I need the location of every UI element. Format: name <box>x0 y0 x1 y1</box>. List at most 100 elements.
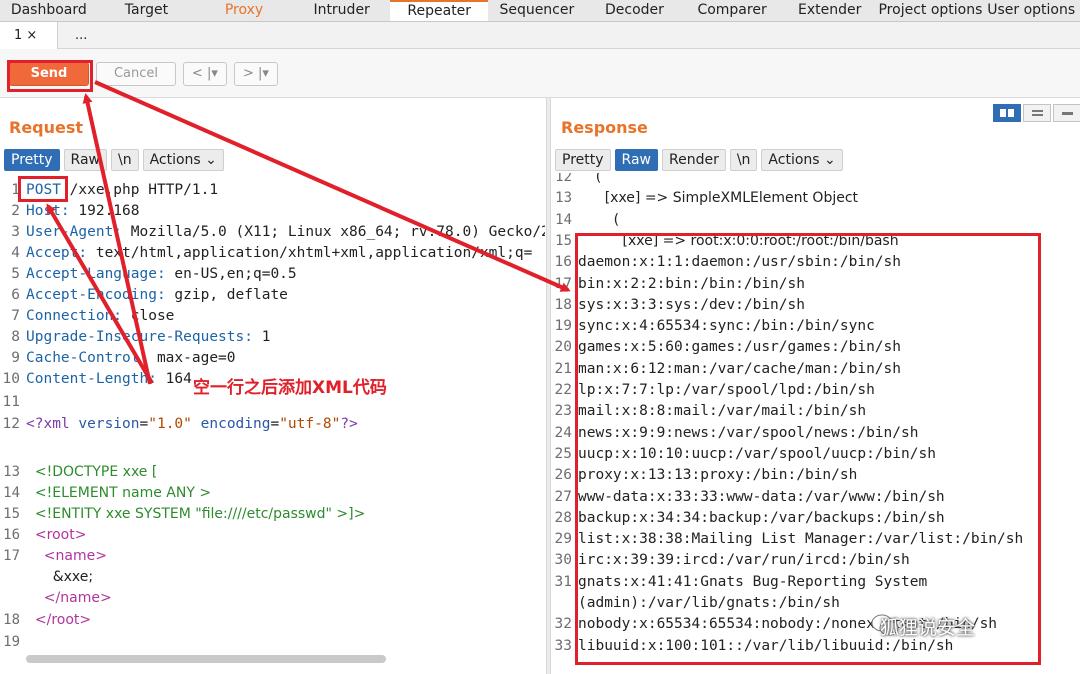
header-key: Accept-Language: <box>26 266 166 282</box>
tab-sequencer[interactable]: Sequencer <box>488 0 586 21</box>
xml-text: </root> <box>26 612 92 628</box>
repeater-tab-1[interactable]: 1 × <box>0 22 58 49</box>
header-value: Mozilla/5.0 (X11; Linux x86_64; rv:78.0)… <box>122 224 545 240</box>
tab-project-options[interactable]: Project options <box>878 0 982 21</box>
request-view-tab-n[interactable]: \n <box>110 149 139 171</box>
tab-extender[interactable]: Extender <box>781 0 879 21</box>
response-view-tab-render[interactable]: Render <box>661 149 726 171</box>
request-line: 8 Upgrade-Insecure-Requests: 1 <box>0 327 270 348</box>
request-line: 2 Host: 192.168 <box>0 201 139 222</box>
header-value: close <box>122 308 175 324</box>
line-number: 17 <box>554 275 572 292</box>
request-editor[interactable]: 1 POST /xxe.php HTTP/1.1 2 Host: 192.168 3 Us… <box>0 180 545 650</box>
line-number: 24 <box>554 424 572 441</box>
header-key: Connection: <box>26 308 123 324</box>
request-xml-line: 15 <!ENTITY xxe SYSTEM "file:////etc/pas… <box>0 504 365 525</box>
line-number: 32 <box>554 616 572 633</box>
tab-repeater[interactable]: Repeater <box>390 0 489 21</box>
tab-dashboard[interactable]: Dashboard <box>0 0 98 21</box>
history-forward-button[interactable]: > |▾ <box>234 62 278 86</box>
line-number: 10 <box>2 371 20 387</box>
line-number: 27 <box>554 488 572 505</box>
line-number: 28 <box>554 509 572 526</box>
cancel-button[interactable]: Cancel <box>96 62 176 86</box>
tab-comparer[interactable]: Comparer <box>683 0 781 21</box>
repeater-toolbar: Send Cancel < |▾ > |▾ <box>0 49 1080 98</box>
line-number: 2 <box>11 203 20 219</box>
request-xml-line: </name> <box>0 588 112 609</box>
history-back-button[interactable]: < |▾ <box>183 62 227 86</box>
split-vertical-icon[interactable] <box>1023 104 1051 122</box>
line-number: 18 <box>554 296 572 313</box>
line-number: 31 <box>554 573 572 590</box>
response-view-tab-raw[interactable]: Raw <box>614 149 658 171</box>
tab-target[interactable]: Target <box>98 0 196 21</box>
tab-user-options[interactable]: User options <box>982 0 1080 21</box>
split-horizontal-icon[interactable] <box>993 104 1021 122</box>
header-value: max-age=0 <box>148 350 236 366</box>
request-line-xml-declaration: 12 <?xml version="1.0" encoding="utf-8"?> <box>0 414 358 435</box>
request-line: 7 Connection: close <box>0 306 174 327</box>
request-line: 5 Accept-Language: en-US,en;q=0.5 <box>0 264 296 285</box>
line-number: 14 <box>555 211 572 228</box>
line-number: 19 <box>3 634 20 650</box>
line-number: 15 <box>3 506 20 522</box>
send-highlight-box <box>7 60 93 92</box>
repeater-tab-more[interactable]: ... <box>75 22 87 49</box>
line-number: 30 <box>554 552 572 569</box>
main-tab-bar: Dashboard Target Proxy Intruder Repeater Sequ… <box>0 0 1080 22</box>
response-view-tab-actions[interactable]: Actions ⌄ <box>761 149 843 171</box>
request-view-tab-pretty[interactable]: Pretty <box>4 149 60 171</box>
xml-text: &xxe; <box>26 569 94 585</box>
line-number: 4 <box>11 245 20 261</box>
header-key: Upgrade-Insecure-Requests: <box>26 329 253 345</box>
line-number: 17 <box>3 548 20 564</box>
header-key: Content-Length: <box>26 371 157 387</box>
tab-proxy[interactable]: Proxy <box>195 0 293 21</box>
header-key: Cache-Control: <box>26 350 149 366</box>
line-number: 3 <box>11 224 20 240</box>
watermark-text: 狐狸说安全 <box>880 617 976 639</box>
line-number: 8 <box>11 329 20 345</box>
line-number: 19 <box>554 318 572 335</box>
request-view-tab-raw[interactable]: Raw <box>63 149 107 171</box>
request-line: 11 <box>0 392 26 413</box>
header-value: 164 <box>156 371 192 387</box>
request-view-tab-actions[interactable]: Actions ⌄ <box>142 149 224 171</box>
header-key: Host: <box>26 203 70 219</box>
line-number: 16 <box>3 527 20 543</box>
line-number: 33 <box>554 637 572 654</box>
header-value: /xxe.php HTTP/1.1 <box>60 182 219 198</box>
xml-text: <!ENTITY xxe SYSTEM "file:////etc/passwd… <box>26 506 366 522</box>
request-xml-line: 17 <name> <box>0 546 107 567</box>
response-view-tab-n[interactable]: \n <box>729 149 758 171</box>
request-title: Request <box>9 118 84 137</box>
line-number: 12 <box>555 173 572 185</box>
response-line: 13 [xxe] => SimpleXMLElement Object <box>552 188 858 209</box>
line-number: 29 <box>554 531 572 548</box>
request-horizontal-scrollbar[interactable] <box>26 655 386 663</box>
line-number: 11 <box>2 394 20 410</box>
line-number: 22 <box>554 382 572 398</box>
line-number: 9 <box>11 350 20 366</box>
response-view-tab-pretty[interactable]: Pretty <box>555 149 611 171</box>
single-pane-icon[interactable] <box>1053 104 1080 122</box>
request-view-tabs: Pretty Raw \n Actions ⌄ <box>4 149 224 171</box>
header-value: gzip, deflate <box>165 287 288 303</box>
request-xml-line: 16 <root> <box>0 525 86 546</box>
response-text: [xxe] => SimpleXMLElement Object <box>578 190 859 207</box>
layout-toggle-group <box>993 104 1080 122</box>
xml-declaration-text: <?xml version="1.0" encoding="utf-8"?> <box>26 416 358 432</box>
pane-divider[interactable] <box>546 98 551 674</box>
request-line: 10 Content-Length: 164 <box>0 369 192 390</box>
request-xml-line: &xxe; <box>0 567 93 588</box>
header-value: text/html,application/xhtml+xml,applicat… <box>87 245 533 261</box>
line-number: 6 <box>11 287 20 303</box>
line-number: 1 <box>11 182 20 198</box>
line-number: 25 <box>554 445 572 462</box>
request-xml-line: 14 <!ELEMENT name ANY > <box>0 483 211 504</box>
request-xml-line: 13 <!DOCTYPE xxe [ <box>0 462 157 483</box>
tab-decoder[interactable]: Decoder <box>586 0 684 21</box>
tab-intruder[interactable]: Intruder <box>293 0 391 21</box>
xml-text: </name> <box>26 590 112 606</box>
